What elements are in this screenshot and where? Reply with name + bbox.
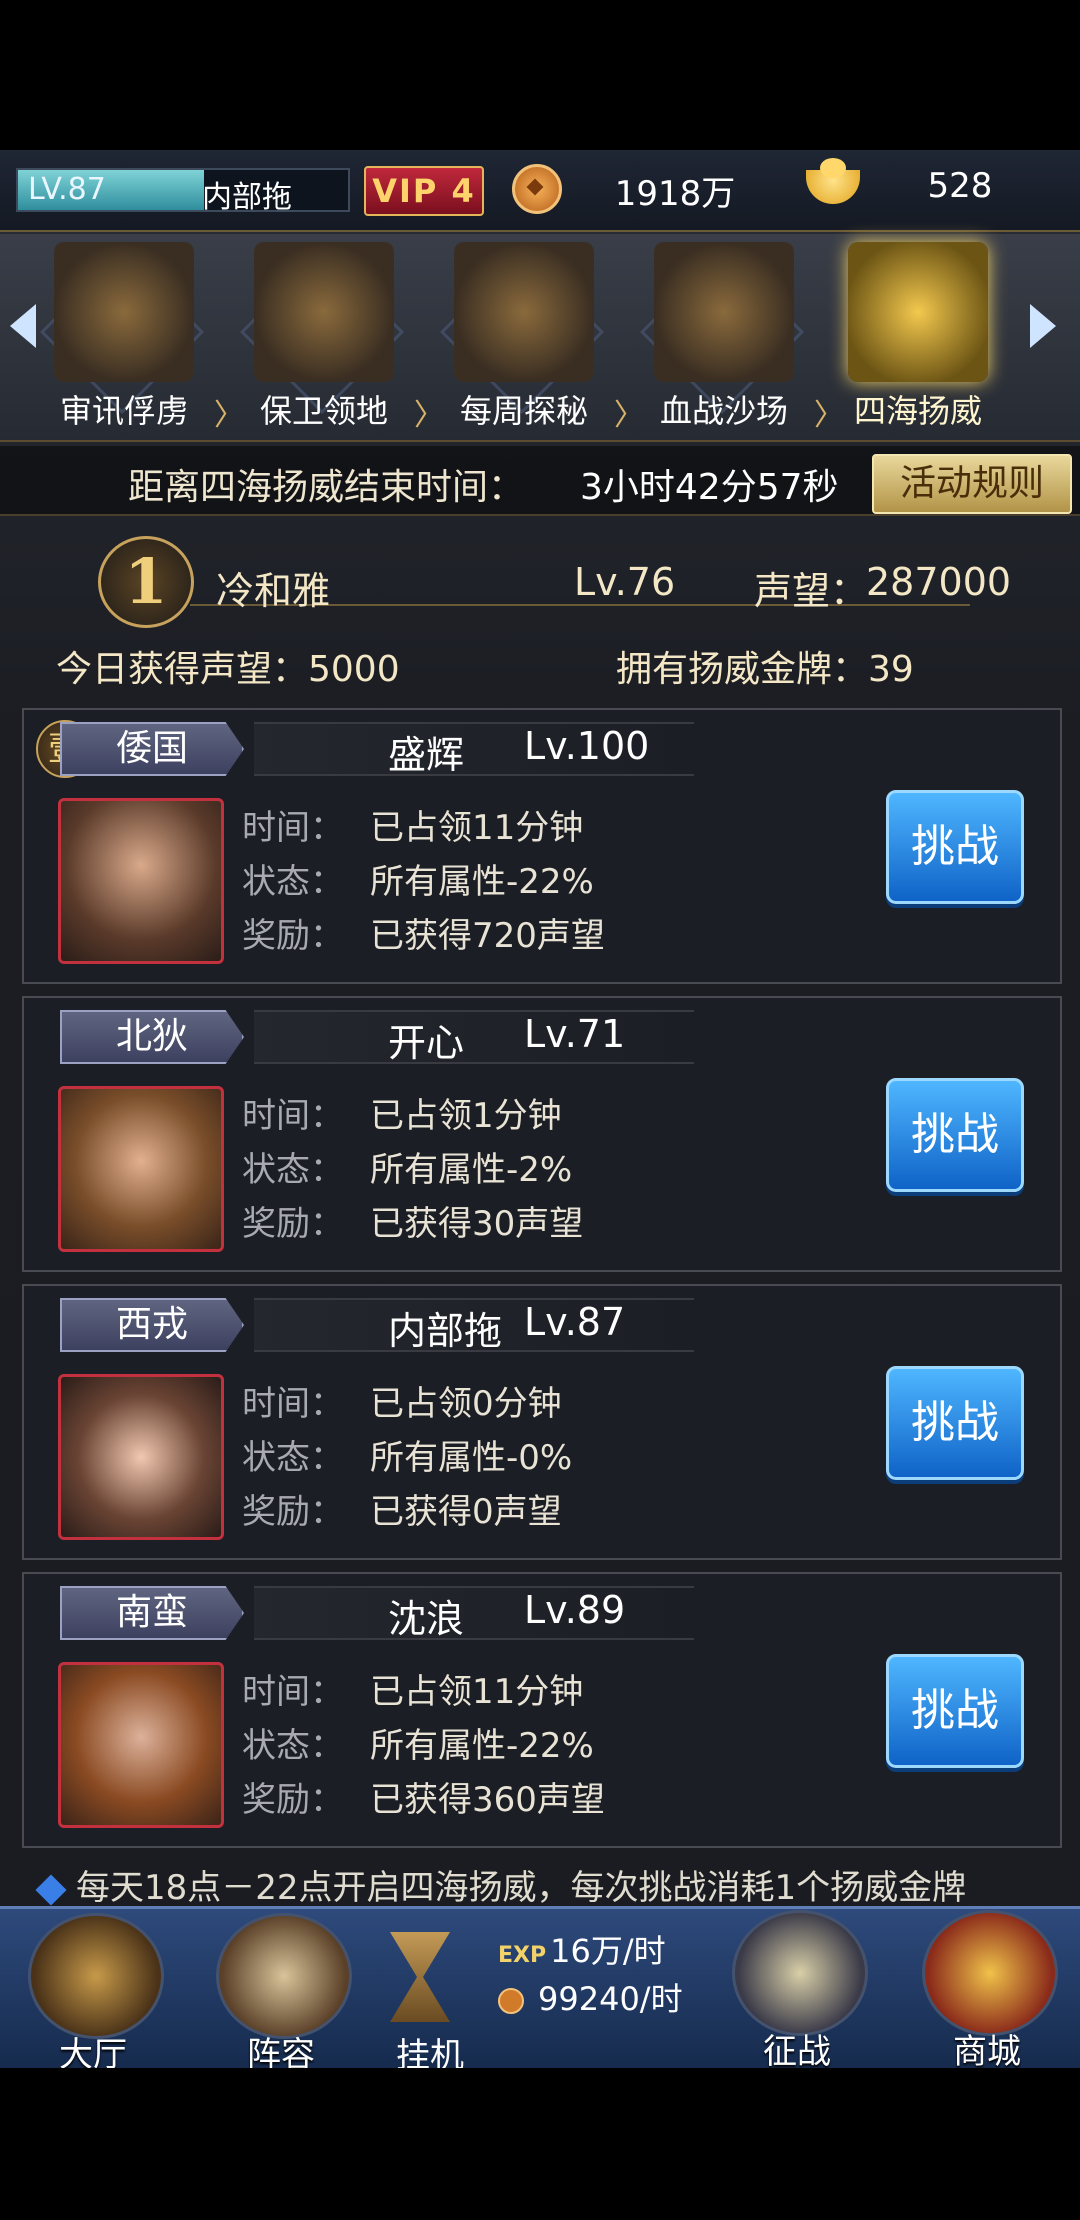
- countdown-value: 3小时42分57秒: [580, 467, 839, 508]
- nav-label: 征战: [763, 2032, 831, 2068]
- rank-badge-icon: 1: [98, 536, 194, 628]
- event-hint: 每天18点－22点开启四海扬威，每次挑战消耗1个扬威金牌: [35, 1860, 967, 1909]
- coin-rate: 99240/时: [498, 1974, 683, 2020]
- challenge-button[interactable]: 挑战: [886, 1078, 1024, 1192]
- prisoner-icon: [54, 242, 194, 382]
- my-level: Lv.76: [574, 560, 676, 604]
- medal-count: 拥有扬威金牌：39: [616, 649, 914, 690]
- coin-icon: [498, 1988, 524, 2014]
- tab-four-seas[interactable]: 四海扬威: [820, 242, 1016, 432]
- opponent-name: 沈浪: [388, 1597, 465, 1641]
- nav-label: 阵容: [247, 2035, 315, 2068]
- challenge-button[interactable]: 挑战: [886, 1366, 1024, 1480]
- status-row: 状态： 所有属性-2%: [242, 1150, 573, 1190]
- opponent-name: 开心: [388, 1021, 465, 1065]
- exp-rate: EXP 16万/时: [498, 1932, 666, 1970]
- treasure-chest-icon: [922, 1910, 1058, 2036]
- opponent-name: 内部拖: [388, 1309, 503, 1353]
- tab-label: 每周探秘: [459, 392, 588, 430]
- diamond-bullet-icon: [35, 1873, 67, 1906]
- time-row: 时间： 已占领11分钟: [242, 1672, 584, 1712]
- tab-weekly-explore[interactable]: 每周探秘 〉: [426, 242, 644, 433]
- reward-row: 奖励： 已获得30声望: [242, 1204, 584, 1244]
- tower-icon: [254, 242, 394, 382]
- my-fame: 287000: [866, 560, 1012, 604]
- status-row: 状态： 所有属性-22%: [242, 862, 594, 902]
- opponent-card: 西戎 内部拖 Lv.87 时间： 已占领0分钟 状态： 所有属性-0% 奖励： 已获得…: [22, 1284, 1062, 1560]
- region-tag: 倭国: [60, 722, 244, 776]
- event-tabs: 审讯俘虏 〉 保卫领地 〉 每周探秘 〉 血战沙场 〉 四海扬威: [0, 234, 1080, 442]
- rules-button[interactable]: 活动规则: [872, 454, 1072, 514]
- game-screen: LV.87 内部拖 VIP 4 1918万 528 审讯俘虏 〉 保卫领地 〉 …: [0, 150, 1080, 2068]
- tab-defend-territory[interactable]: 保卫领地 〉: [226, 242, 444, 433]
- rank-number: 1: [124, 545, 168, 618]
- tab-label: 保卫领地: [259, 392, 388, 430]
- opponent-level: Lv.87: [524, 1300, 626, 1344]
- nav-shop[interactable]: 商城: [902, 1910, 1072, 2068]
- tab-interrogate-prisoners[interactable]: 审讯俘虏 〉: [26, 242, 244, 433]
- player-name: 内部拖: [202, 180, 292, 215]
- event-hint-text: 每天18点－22点开启四海扬威，每次挑战消耗1个扬威金牌: [76, 1868, 967, 1908]
- nav-label: 挂机: [396, 2036, 464, 2068]
- reward-row: 奖励： 已获得0声望: [242, 1492, 562, 1532]
- gold-amount: 528: [927, 166, 993, 206]
- palace-icon: [28, 1913, 164, 2039]
- reward-row: 奖励： 已获得720声望: [242, 916, 605, 956]
- time-row: 时间： 已占领11分钟: [242, 808, 584, 848]
- time-row: 时间： 已占领1分钟: [242, 1096, 562, 1136]
- region-tag: 北狄: [60, 1010, 244, 1064]
- region-tag: 西戎: [60, 1298, 244, 1352]
- hourglass-icon: [390, 1932, 450, 2022]
- vip-badge[interactable]: VIP 4: [364, 166, 484, 216]
- opponent-card: 南蛮 沈浪 Lv.89 时间： 已占领11分钟 状态： 所有属性-22% 奖励： 已获…: [22, 1572, 1062, 1848]
- reward-row: 奖励： 已获得360声望: [242, 1780, 605, 1820]
- coin-amount: 1918万: [614, 174, 736, 214]
- time-row: 时间： 已占领0分钟: [242, 1384, 562, 1424]
- opponent-avatar[interactable]: [58, 1086, 224, 1252]
- nav-hall[interactable]: 大厅: [8, 1913, 178, 2068]
- scroll-icon: [216, 1913, 352, 2039]
- opponent-card: 壹 倭国 盛辉 Lv.100 时间：已占领11分钟 状态：所有属性-22% 奖励…: [22, 708, 1062, 984]
- nav-lineup[interactable]: 阵容: [196, 1913, 366, 2068]
- player-level: LV.87: [28, 172, 106, 207]
- status-row: 状态： 所有属性-22%: [242, 1726, 594, 1766]
- opponent-name: 盛辉: [388, 733, 465, 777]
- tab-bloody-battlefield[interactable]: 血战沙场 〉: [626, 242, 844, 433]
- opponent-avatar[interactable]: [58, 1662, 224, 1828]
- countdown-label: 距离四海扬威结束时间：: [128, 467, 525, 508]
- gold-ingot-icon: [806, 158, 860, 204]
- region-tag: 南蛮: [60, 1586, 244, 1640]
- today-fame: 今日获得声望：5000: [56, 649, 400, 690]
- nav-label: 大厅: [59, 2035, 127, 2068]
- challenge-button[interactable]: 挑战: [886, 1654, 1024, 1768]
- copper-coin-icon: [512, 164, 562, 214]
- my-name: 冷和雅: [216, 569, 331, 613]
- tab-label: 审讯俘虏: [59, 392, 188, 430]
- opponent-avatar[interactable]: [58, 1374, 224, 1540]
- challenge-button[interactable]: 挑战: [886, 790, 1024, 904]
- level-bar[interactable]: LV.87 内部拖: [16, 168, 350, 215]
- opponent-avatar[interactable]: [58, 798, 224, 964]
- tab-scroll-right-icon[interactable]: [1030, 304, 1056, 348]
- opponent-level: Lv.89: [524, 1588, 626, 1632]
- my-fame-label: 声望：: [754, 569, 869, 613]
- nav-campaign[interactable]: 征战: [712, 1910, 882, 2068]
- swords-icon: [848, 242, 988, 382]
- idle-panel[interactable]: EXP 16万/时 99240/时 挂机: [390, 1918, 690, 2068]
- status-row: 状态： 所有属性-0%: [242, 1438, 573, 1478]
- opponent-card: 北狄 开心 Lv.71 时间： 已占领1分钟 状态： 所有属性-2% 奖励： 已获得3…: [22, 996, 1062, 1272]
- warrior-icon: [654, 242, 794, 382]
- countdown-row: 距离四海扬威结束时间： 3小时42分57秒 活动规则: [0, 446, 1080, 516]
- nav-label: 商城: [953, 2032, 1021, 2068]
- top-bar: LV.87 内部拖 VIP 4 1918万 528: [0, 150, 1080, 232]
- opponent-level: Lv.71: [524, 1012, 626, 1056]
- treasure-icon: [454, 242, 594, 382]
- tab-label: 血战沙场: [659, 392, 788, 430]
- crossed-swords-icon: [732, 1910, 868, 2036]
- tab-label: 四海扬威: [853, 392, 982, 430]
- opponent-level: Lv.100: [524, 724, 650, 768]
